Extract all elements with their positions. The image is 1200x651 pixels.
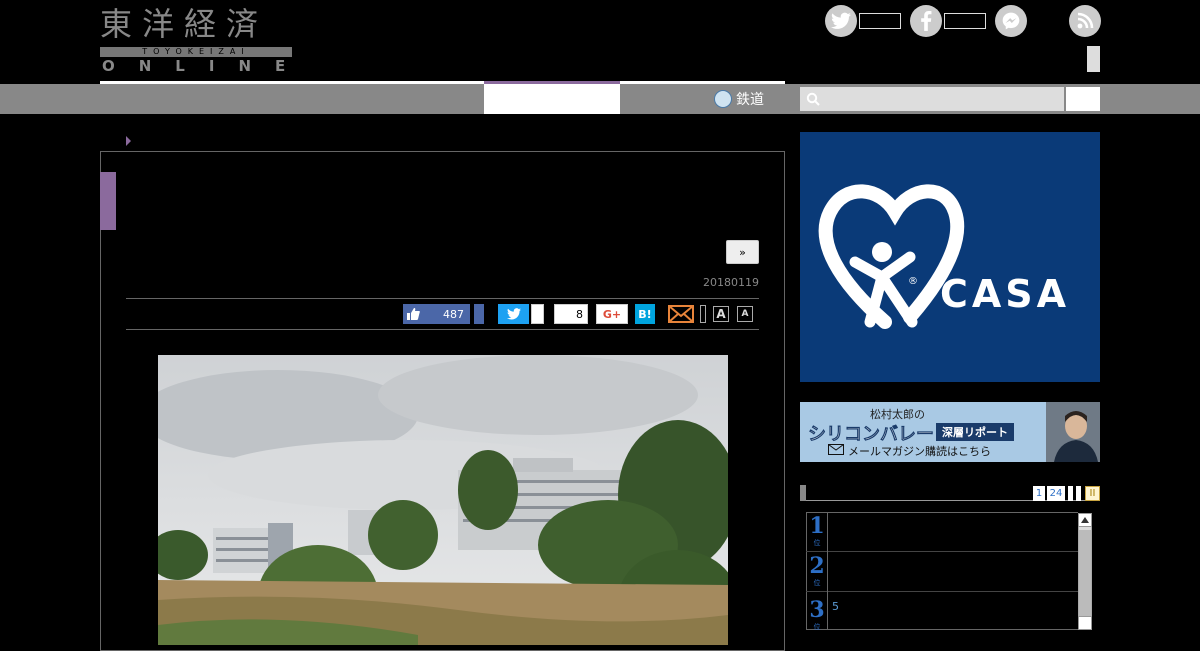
facebook-count-box	[944, 13, 986, 29]
casa-heart-logo-icon	[818, 184, 965, 329]
messenger-icon[interactable]	[995, 5, 1027, 37]
mail-icon[interactable]	[668, 304, 694, 324]
scroll-up-arrow-icon[interactable]	[1078, 513, 1092, 527]
article-date: 20180119	[703, 276, 759, 289]
article-category-tab	[100, 172, 116, 230]
ranking-item[interactable]: 2 位	[806, 552, 1078, 592]
ranking-tab-month[interactable]	[1076, 486, 1081, 501]
logo-subtitle: TOYOKEIZAI	[142, 47, 250, 56]
casa-registered-mark: ®	[908, 276, 918, 287]
ranking-header-mark	[800, 485, 806, 501]
divider	[126, 329, 759, 330]
site-logo[interactable]: 東洋経済 TOYOKEIZAI ONLINE	[100, 5, 292, 74]
font-size-small-button[interactable]: A	[737, 306, 753, 322]
ranking-item[interactable]: 1 位	[806, 512, 1078, 552]
facebook-like-button[interactable]: 487	[403, 304, 470, 324]
ranking-tab-1h[interactable]: 1	[1033, 486, 1045, 501]
twitter-icon	[506, 308, 521, 320]
tweet-count-box	[531, 304, 544, 324]
casa-wordmark: CASA	[940, 272, 1071, 316]
rank-number: 3	[809, 597, 825, 623]
train-icon	[714, 90, 732, 108]
more-button[interactable]: »	[726, 240, 759, 264]
facebook-share-button[interactable]	[474, 304, 484, 324]
logo-kanji: 東洋経済	[100, 5, 269, 43]
facebook-icon[interactable]	[910, 5, 942, 37]
header-menu-button[interactable]	[1087, 46, 1100, 72]
search-input[interactable]	[800, 87, 1064, 111]
breadcrumb-arrow-icon	[126, 136, 131, 146]
print-button[interactable]	[700, 305, 706, 323]
ranking-tab-week[interactable]	[1068, 486, 1073, 501]
nav-tab-active[interactable]	[484, 84, 620, 114]
ranking-tab-more[interactable]: II	[1085, 486, 1100, 501]
envelope-icon	[828, 444, 844, 455]
search-icon	[806, 92, 820, 106]
rank-number: 2	[809, 553, 825, 579]
ranking-item[interactable]: 3 位 5	[806, 592, 1078, 632]
divider	[126, 298, 759, 299]
ranking-scrollbar-thumb[interactable]	[1079, 530, 1091, 618]
nav-item-rail[interactable]: 鉄道	[714, 88, 764, 110]
font-size-large-button[interactable]: A	[713, 306, 729, 322]
rank-suffix: 位	[813, 539, 821, 547]
ranking-tab-24h[interactable]: 24	[1047, 486, 1065, 501]
tweet-button[interactable]	[498, 304, 529, 324]
author-photo	[1046, 402, 1100, 462]
logo-online: ONLINE	[102, 57, 310, 75]
rss-icon[interactable]	[1069, 5, 1101, 37]
newsletter-cta: メールマガジン購読はこちら	[848, 445, 991, 458]
google-plus-button[interactable]: G+	[596, 304, 628, 324]
casa-ad-banner[interactable]	[800, 132, 1100, 382]
thumbs-up-icon	[403, 308, 423, 320]
twitter-icon[interactable]	[825, 5, 857, 37]
hatena-count: 8	[554, 304, 588, 324]
rank-number: 1	[809, 513, 825, 539]
facebook-like-count: 487	[443, 307, 464, 321]
article-photo	[158, 355, 728, 645]
rank-suffix: 位	[813, 623, 821, 631]
ranking-divider	[827, 512, 828, 630]
twitter-count-box	[859, 13, 901, 29]
hatena-bookmark-button[interactable]: B!	[635, 304, 655, 324]
rank-title: 5	[832, 600, 839, 613]
newsletter-subtitle: 深層リポート	[936, 423, 1014, 441]
rank-suffix: 位	[813, 579, 821, 587]
scroll-down-button[interactable]	[1078, 616, 1092, 630]
nav-item-rail-label: 鉄道	[736, 92, 764, 108]
search-button[interactable]	[1066, 87, 1100, 111]
